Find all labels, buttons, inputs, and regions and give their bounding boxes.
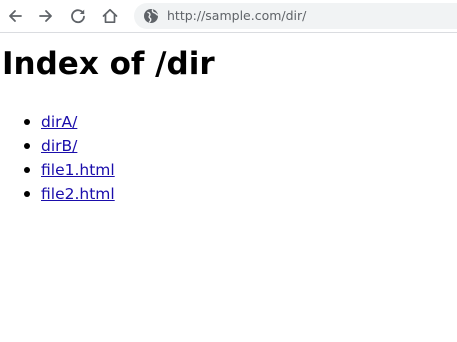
list-item: file2.html xyxy=(24,182,115,206)
address-bar[interactable]: http://sample.com/dir/ xyxy=(134,3,457,29)
home-icon xyxy=(102,8,118,24)
home-button[interactable] xyxy=(98,4,122,28)
bullet xyxy=(24,143,30,149)
arrow-right-icon xyxy=(39,10,52,22)
entry-link-file1[interactable]: file1.html xyxy=(41,161,115,179)
list-item: file1.html xyxy=(24,158,115,182)
url-text[interactable]: http://sample.com/dir/ xyxy=(167,3,306,29)
bullet xyxy=(24,167,30,173)
back-button[interactable] xyxy=(3,4,27,28)
globe-icon[interactable] xyxy=(143,8,159,24)
reload-button[interactable] xyxy=(66,4,90,28)
directory-listing: dirA/ dirB/ file1.html file2.html xyxy=(0,110,115,206)
entry-link-dirA[interactable]: dirA/ xyxy=(41,113,77,131)
arrow-left-icon xyxy=(9,10,22,22)
list-item: dirB/ xyxy=(24,134,115,158)
list-item: dirA/ xyxy=(24,110,115,134)
bullet xyxy=(24,119,30,125)
forward-button[interactable] xyxy=(34,4,58,28)
bullet xyxy=(24,191,30,197)
entry-link-file2[interactable]: file2.html xyxy=(41,185,115,203)
entry-link-dirB[interactable]: dirB/ xyxy=(41,137,77,155)
reload-icon xyxy=(71,9,85,24)
page-title: Index of /dir xyxy=(2,46,215,82)
browser-toolbar: http://sample.com/dir/ xyxy=(0,0,457,33)
